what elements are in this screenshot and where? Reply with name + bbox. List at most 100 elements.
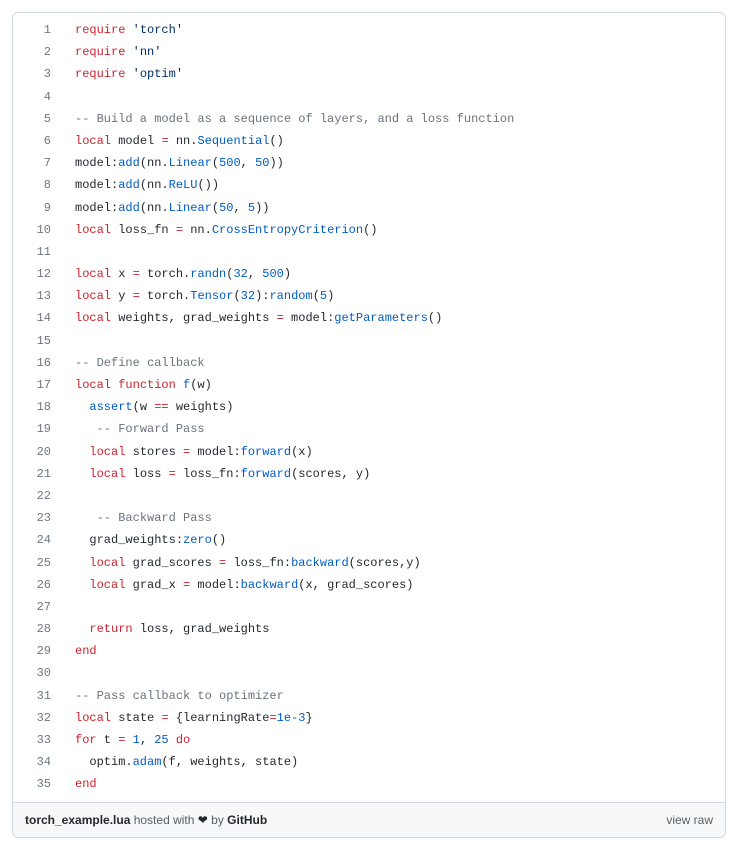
line-number: 23 bbox=[13, 507, 61, 529]
code-line: local loss = loss_fn:forward(scores, y) bbox=[61, 463, 725, 485]
code-row: 27 bbox=[13, 596, 725, 618]
code-row: 1require 'torch' bbox=[13, 13, 725, 41]
footer-middle-a: hosted with bbox=[130, 813, 197, 827]
code-row: 12local x = torch.randn(32, 500) bbox=[13, 263, 725, 285]
github-link[interactable]: GitHub bbox=[227, 813, 267, 827]
code-line: local weights, grad_weights = model:getP… bbox=[61, 307, 725, 329]
code-row: 2require 'nn' bbox=[13, 41, 725, 63]
code-line: for t = 1, 25 do bbox=[61, 729, 725, 751]
line-number: 7 bbox=[13, 152, 61, 174]
line-number: 22 bbox=[13, 485, 61, 507]
code-line: require 'optim' bbox=[61, 63, 725, 85]
code-row: 13local y = torch.Tensor(32):random(5) bbox=[13, 285, 725, 307]
code-row: 21 local loss = loss_fn:forward(scores, … bbox=[13, 463, 725, 485]
code-row: 23 -- Backward Pass bbox=[13, 507, 725, 529]
code-line: end bbox=[61, 640, 725, 662]
code-row: 6local model = nn.Sequential() bbox=[13, 130, 725, 152]
code-row: 17local function f(w) bbox=[13, 374, 725, 396]
code-row: 16-- Define callback bbox=[13, 352, 725, 374]
code-line: model:add(nn.ReLU()) bbox=[61, 174, 725, 196]
code-row: 15 bbox=[13, 330, 725, 352]
code-row: 7model:add(nn.Linear(500, 50)) bbox=[13, 152, 725, 174]
line-number: 17 bbox=[13, 374, 61, 396]
code-line: require 'nn' bbox=[61, 41, 725, 63]
code-line: -- Backward Pass bbox=[61, 507, 725, 529]
code-row: 26 local grad_x = model:backward(x, grad… bbox=[13, 574, 725, 596]
code-row: 34 optim.adam(f, weights, state) bbox=[13, 751, 725, 773]
code-line bbox=[61, 596, 725, 618]
code-line: end bbox=[61, 773, 725, 801]
line-number: 32 bbox=[13, 707, 61, 729]
line-number: 26 bbox=[13, 574, 61, 596]
code-row: 24 grad_weights:zero() bbox=[13, 529, 725, 551]
code-line: local x = torch.randn(32, 500) bbox=[61, 263, 725, 285]
code-line: -- Pass callback to optimizer bbox=[61, 685, 725, 707]
code-row: 32local state = {learningRate=1e-3} bbox=[13, 707, 725, 729]
code-row: 18 assert(w == weights) bbox=[13, 396, 725, 418]
line-number: 34 bbox=[13, 751, 61, 773]
code-line: local grad_x = model:backward(x, grad_sc… bbox=[61, 574, 725, 596]
code-line bbox=[61, 330, 725, 352]
code-line bbox=[61, 86, 725, 108]
line-number: 35 bbox=[13, 773, 61, 801]
line-number: 13 bbox=[13, 285, 61, 307]
code-row: 11 bbox=[13, 241, 725, 263]
code-row: 22 bbox=[13, 485, 725, 507]
line-number: 6 bbox=[13, 130, 61, 152]
line-number: 4 bbox=[13, 86, 61, 108]
line-number: 3 bbox=[13, 63, 61, 85]
line-number: 9 bbox=[13, 197, 61, 219]
line-number: 33 bbox=[13, 729, 61, 751]
filename-link[interactable]: torch_example.lua bbox=[25, 813, 130, 827]
line-number: 1 bbox=[13, 13, 61, 41]
code-line: require 'torch' bbox=[61, 13, 725, 41]
code-line: local function f(w) bbox=[61, 374, 725, 396]
code-line: local model = nn.Sequential() bbox=[61, 130, 725, 152]
code-row: 19 -- Forward Pass bbox=[13, 418, 725, 440]
code-row: 9model:add(nn.Linear(50, 5)) bbox=[13, 197, 725, 219]
code-table: 1require 'torch'2require 'nn'3require 'o… bbox=[13, 13, 725, 802]
code-row: 4 bbox=[13, 86, 725, 108]
code-line: return loss, grad_weights bbox=[61, 618, 725, 640]
line-number: 2 bbox=[13, 41, 61, 63]
line-number: 11 bbox=[13, 241, 61, 263]
code-line: -- Build a model as a sequence of layers… bbox=[61, 108, 725, 130]
code-row: 3require 'optim' bbox=[13, 63, 725, 85]
line-number: 15 bbox=[13, 330, 61, 352]
code-line: local stores = model:forward(x) bbox=[61, 441, 725, 463]
code-line: model:add(nn.Linear(500, 50)) bbox=[61, 152, 725, 174]
line-number: 18 bbox=[13, 396, 61, 418]
footer-middle-b: by bbox=[208, 813, 227, 827]
heart-icon: ❤ bbox=[198, 813, 208, 827]
code-row: 33for t = 1, 25 do bbox=[13, 729, 725, 751]
code-line: local grad_scores = loss_fn:backward(sco… bbox=[61, 552, 725, 574]
line-number: 21 bbox=[13, 463, 61, 485]
code-row: 20 local stores = model:forward(x) bbox=[13, 441, 725, 463]
code-row: 14local weights, grad_weights = model:ge… bbox=[13, 307, 725, 329]
code-line: assert(w == weights) bbox=[61, 396, 725, 418]
code-row: 10local loss_fn = nn.CrossEntropyCriteri… bbox=[13, 219, 725, 241]
footer-left: torch_example.lua hosted with ❤ by GitHu… bbox=[25, 813, 267, 827]
line-number: 31 bbox=[13, 685, 61, 707]
code-line: -- Define callback bbox=[61, 352, 725, 374]
line-number: 5 bbox=[13, 108, 61, 130]
code-line: local loss_fn = nn.CrossEntropyCriterion… bbox=[61, 219, 725, 241]
code-row: 28 return loss, grad_weights bbox=[13, 618, 725, 640]
code-row: 35end bbox=[13, 773, 725, 801]
gist-footer: torch_example.lua hosted with ❤ by GitHu… bbox=[13, 802, 725, 837]
line-number: 19 bbox=[13, 418, 61, 440]
line-number: 16 bbox=[13, 352, 61, 374]
code-line bbox=[61, 485, 725, 507]
view-raw-link[interactable]: view raw bbox=[666, 813, 713, 827]
code-line: optim.adam(f, weights, state) bbox=[61, 751, 725, 773]
line-number: 30 bbox=[13, 662, 61, 684]
line-number: 29 bbox=[13, 640, 61, 662]
code-line bbox=[61, 662, 725, 684]
code-line: local state = {learningRate=1e-3} bbox=[61, 707, 725, 729]
code-row: 8model:add(nn.ReLU()) bbox=[13, 174, 725, 196]
line-number: 20 bbox=[13, 441, 61, 463]
line-number: 12 bbox=[13, 263, 61, 285]
code-row: 25 local grad_scores = loss_fn:backward(… bbox=[13, 552, 725, 574]
line-number: 24 bbox=[13, 529, 61, 551]
code-line: -- Forward Pass bbox=[61, 418, 725, 440]
